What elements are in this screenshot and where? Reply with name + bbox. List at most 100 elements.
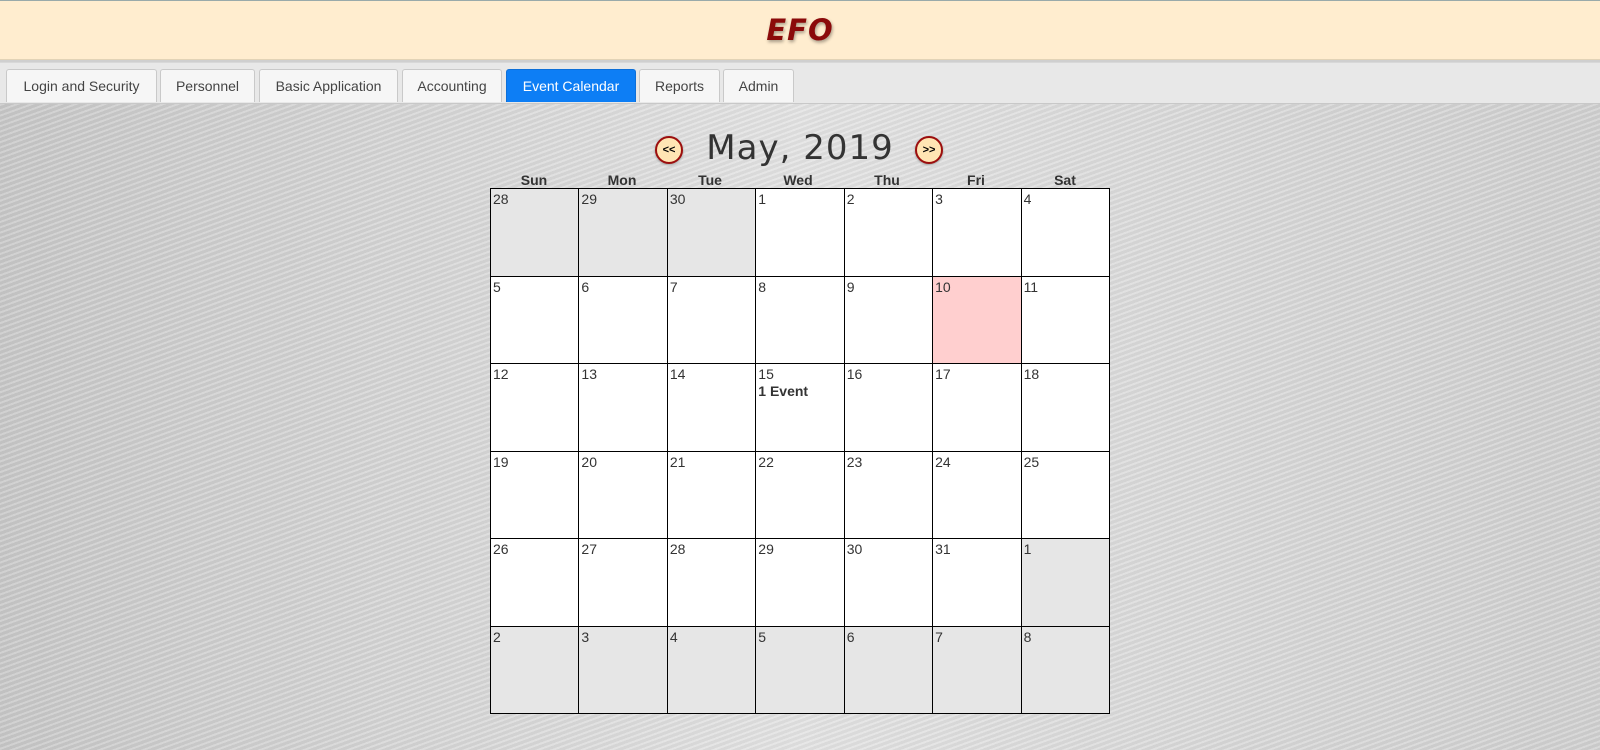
prev-month-button[interactable]: << (655, 136, 683, 164)
day-number: 30 (669, 191, 686, 207)
calendar-day-cell[interactable]: 3 (579, 626, 667, 713)
weekday-sun: Sun (520, 172, 548, 188)
calendar-day-cell[interactable]: 6 (844, 626, 933, 713)
tab-personnel[interactable]: Personnel (160, 69, 255, 102)
day-number: 19 (493, 453, 509, 470)
calendar-day-cell[interactable]: 25 (1021, 451, 1109, 538)
month-title: May, 2019 (706, 128, 894, 168)
event-count-link[interactable]: 1 Event (758, 383, 808, 399)
day-number: 18 (1023, 366, 1040, 382)
tab-basic-application[interactable]: Basic Application (259, 69, 398, 102)
calendar-day-cell[interactable]: 17 (933, 364, 1021, 451)
calendar-day-cell[interactable]: 30 (667, 189, 756, 276)
tab-reports[interactable]: Reports (639, 69, 720, 102)
day-number: 20 (581, 453, 597, 470)
calendar-day-cell[interactable]: 28 (667, 539, 756, 626)
calendar-day-cell[interactable]: 29 (756, 539, 844, 626)
calendar-day-cell[interactable]: 16 (844, 364, 933, 451)
day-number: 1 (758, 191, 767, 207)
next-month-button[interactable]: >> (915, 136, 943, 164)
calendar-day-cell[interactable]: 23 (844, 451, 933, 538)
calendar-day-cell[interactable]: 13 (579, 364, 667, 451)
calendar-day-cell[interactable]: 8 (756, 276, 844, 363)
day-number: 1 (1023, 541, 1032, 557)
weekday-mon: Mon (607, 172, 637, 188)
day-number: 15 (758, 366, 774, 382)
calendar-day-cell[interactable]: 22 (756, 451, 844, 538)
weekday-fri: Fri (967, 172, 985, 188)
tab-event-calendar[interactable]: Event Calendar (506, 69, 636, 102)
day-number: 13 (581, 366, 597, 382)
calendar-day-cell[interactable]: 4 (667, 626, 756, 713)
calendar-day-cell[interactable]: 3 (933, 189, 1021, 276)
calendar-day-cell[interactable]: 30 (844, 539, 933, 626)
calendar-day-cell[interactable]: 29 (579, 189, 667, 276)
calendar-day-cell[interactable]: 4 (1021, 189, 1109, 276)
day-number: 14 (669, 366, 686, 382)
day-number: 5 (493, 278, 501, 295)
calendar-day-cell[interactable]: 19 (491, 451, 579, 538)
calendar-day-cell[interactable]: 31 (933, 539, 1021, 626)
calendar-day-cell[interactable]: 2 (844, 189, 933, 276)
day-number: 6 (846, 628, 855, 645)
day-number: 4 (1023, 191, 1032, 207)
day-number: 7 (935, 628, 943, 645)
calendar-day-cell[interactable]: 12 (491, 364, 579, 451)
calendar-day-cell[interactable]: 28 (491, 189, 579, 276)
day-number: 16 (846, 366, 863, 382)
day-number: 24 (935, 453, 951, 470)
day-number: 8 (758, 278, 767, 295)
calendar-day-cell[interactable]: 15 1 Event (756, 364, 844, 451)
calendar-grid: 28 29 30 1 2 3 4 5 6 7 8 9 10 11 12 13 14 15 1 Event 16 17 18… (490, 188, 1110, 714)
tab-accounting[interactable]: Accounting (402, 69, 502, 102)
day-number: 29 (581, 191, 597, 207)
day-number: 17 (935, 366, 951, 382)
calendar-day-cell[interactable]: 9 (844, 276, 933, 363)
day-number: 2 (846, 191, 855, 207)
day-number: 26 (493, 541, 509, 557)
day-number: 5 (758, 628, 767, 645)
calendar-day-cell[interactable]: 26 (491, 539, 579, 626)
day-number: 10 (935, 278, 951, 295)
tab-admin[interactable]: Admin (723, 69, 794, 102)
day-number: 4 (669, 628, 678, 645)
day-number: 22 (758, 453, 774, 470)
calendar-day-cell[interactable]: 2 (491, 626, 579, 713)
day-number: 21 (669, 453, 686, 470)
day-number: 3 (935, 191, 943, 207)
calendar-day-cell[interactable]: 7 (667, 276, 756, 363)
day-number: 6 (581, 278, 590, 295)
calendar-day-cell[interactable]: 21 (667, 451, 756, 538)
day-number: 9 (846, 278, 855, 295)
day-number: 2 (493, 628, 501, 645)
calendar-day-cell[interactable]: 6 (579, 276, 667, 363)
calendar-day-cell[interactable]: 18 (1021, 364, 1109, 451)
calendar-day-cell[interactable]: 24 (933, 451, 1021, 538)
calendar-day-cell[interactable]: 5 (491, 276, 579, 363)
calendar-day-cell[interactable]: 20 (579, 451, 667, 538)
day-number: 23 (846, 453, 863, 470)
weekday-thu: Thu (874, 172, 900, 188)
day-number: 27 (581, 541, 597, 557)
app-title: EFO (766, 13, 834, 47)
day-number: 29 (758, 541, 774, 557)
app-header: EFO (0, 0, 1600, 60)
calendar-day-cell[interactable]: 7 (933, 626, 1021, 713)
weekday-sat: Sat (1054, 172, 1076, 188)
calendar-day-cell[interactable]: 10 (933, 276, 1021, 363)
calendar-day-cell[interactable]: 11 (1021, 276, 1109, 363)
calendar-day-cell[interactable]: 5 (756, 626, 844, 713)
main-nav: Login and Security Personnel Basic Appli… (0, 62, 1600, 104)
calendar-day-cell[interactable]: 8 (1021, 626, 1109, 713)
calendar-day-cell[interactable]: 14 (667, 364, 756, 451)
day-number: 3 (581, 628, 590, 645)
weekday-tue: Tue (698, 172, 722, 188)
calendar-day-cell[interactable]: 1 (756, 189, 844, 276)
day-number: 12 (493, 366, 509, 382)
day-number: 7 (669, 278, 678, 295)
calendar-day-cell[interactable]: 27 (579, 539, 667, 626)
weekday-wed: Wed (783, 172, 813, 188)
calendar-day-cell[interactable]: 1 (1021, 539, 1109, 626)
tab-login-and-security[interactable]: Login and Security (6, 69, 157, 102)
day-number: 28 (493, 191, 509, 207)
